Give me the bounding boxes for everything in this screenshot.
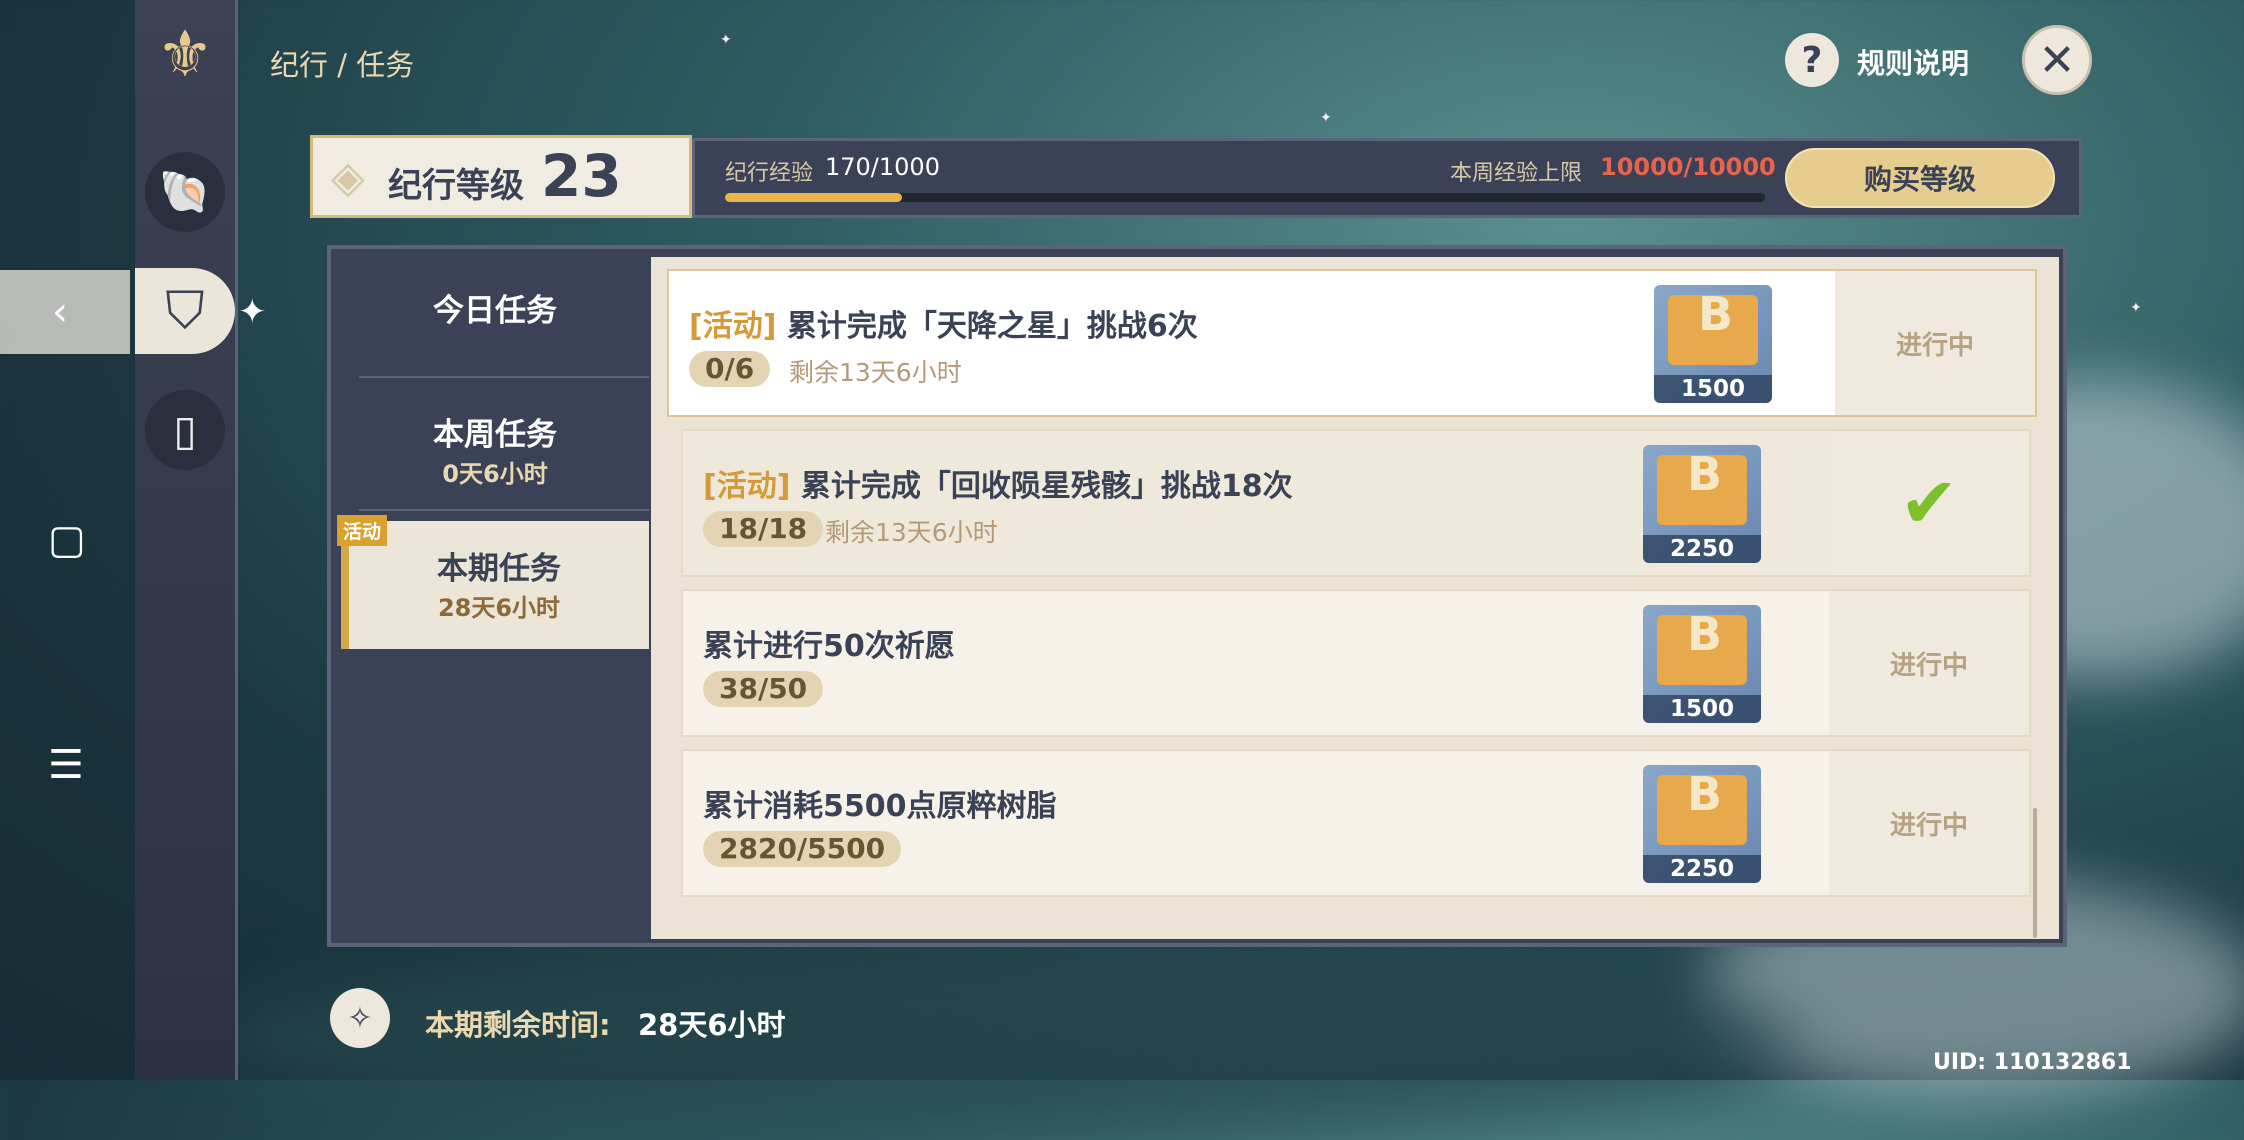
task-progress: 0/6 xyxy=(689,351,771,387)
level-emblem-icon: ◈ xyxy=(331,152,365,203)
task-row[interactable]: [活动] 累计完成「天降之星」挑战6次 0/6 剩余13天6小时 B 1500 进行中 xyxy=(667,269,2037,417)
close-button[interactable]: ✕ xyxy=(2022,25,2092,95)
banner-flag-icon: ⛉ xyxy=(165,280,205,341)
tab-daily[interactable]: 今日任务 xyxy=(341,249,649,359)
reward-amount: 2250 xyxy=(1643,855,1761,883)
shell-reward-icon[interactable]: 🐚 xyxy=(145,152,225,232)
task-list: [活动] 累计完成「天降之星」挑战6次 0/6 剩余13天6小时 B 1500 进行中 [活… xyxy=(651,257,2059,939)
task-name: 累计消耗5500点原粹树脂 xyxy=(703,789,1057,824)
battle-pass-emblem-icon: ⚜ xyxy=(156,18,214,92)
task-row[interactable]: [活动] 累计完成「回收陨星残骸」挑战18次 18/18 剩余13天6小时 B 2250… xyxy=(681,429,2031,577)
level-panel: ◈ 纪行等级 23 xyxy=(310,135,692,218)
status-label: 进行中 xyxy=(1889,810,1968,841)
task-panel: 今日任务 本周任务 0天6小时 本期任务 28天6小时 活动 [活动] 累计完成… xyxy=(327,245,2067,947)
task-status: 进行中 xyxy=(1835,271,2035,415)
battle-pass-xp-reward-icon[interactable]: B 1500 xyxy=(1654,285,1772,403)
tab-title: 本周任务 xyxy=(433,417,557,453)
task-status: 进行中 xyxy=(1829,751,2029,895)
season-remaining-label: 本期剩余时间: xyxy=(425,1008,611,1042)
task-remaining-time: 剩余13天6小时 xyxy=(789,358,962,387)
divider xyxy=(359,509,649,511)
level-value: 23 xyxy=(541,142,622,210)
uid-label: UID: 110132861 xyxy=(1933,1050,2132,1075)
reward-amount: 1500 xyxy=(1643,695,1761,723)
xp-value: 170/1000 xyxy=(825,153,940,181)
event-badge: 活动 xyxy=(337,515,388,546)
task-name: 累计完成「回收陨星残骸」挑战18次 xyxy=(800,469,1293,504)
back-button[interactable]: ‹ xyxy=(0,270,130,354)
breadcrumb: 纪行 / 任务 xyxy=(270,48,415,82)
task-complete-status: ✔ xyxy=(1829,431,2029,575)
reward-amount: 2250 xyxy=(1643,535,1761,563)
task-status: 进行中 xyxy=(1829,591,2029,735)
menu-icon[interactable]: ☰ xyxy=(48,745,84,785)
notebook-icon[interactable]: ▯ xyxy=(145,390,225,470)
divider xyxy=(359,376,649,378)
help-icon[interactable]: ? xyxy=(1785,33,1839,87)
star-decoration-icon: ✦ xyxy=(238,292,267,332)
status-label: 进行中 xyxy=(1895,330,1974,361)
rules-button[interactable]: 规则说明 xyxy=(1857,42,1969,82)
status-label: 进行中 xyxy=(1889,650,1968,681)
weekly-cap-label: 本周经验上限 xyxy=(1450,161,1583,186)
reward-amount: 1500 xyxy=(1654,375,1772,403)
task-remaining-time: 剩余13天6小时 xyxy=(825,518,998,547)
sparkle-decoration: ✦ xyxy=(2130,300,2142,316)
event-tag: [活动] xyxy=(703,469,791,504)
task-title: 累计进行50次祈愿 xyxy=(703,621,955,665)
task-row[interactable]: 累计消耗5500点原粹树脂 2820/5500 B 2250 进行中 xyxy=(681,749,2031,897)
nav-item-tasks[interactable]: ⛉ xyxy=(135,268,235,354)
reward-letter: B xyxy=(1687,767,1723,821)
checkmark-icon: ✔ xyxy=(1899,462,1959,544)
tab-season[interactable]: 本期任务 28天6小时 xyxy=(341,521,649,649)
reward-letter: B xyxy=(1687,447,1723,501)
task-row[interactable]: 累计进行50次祈愿 38/50 B 1500 进行中 xyxy=(681,589,2031,737)
reward-letter: B xyxy=(1687,607,1723,661)
task-title: [活动] 累计完成「回收陨星残骸」挑战18次 xyxy=(703,461,1293,505)
task-title: 累计消耗5500点原粹树脂 xyxy=(703,781,1057,825)
battle-pass-xp-reward-icon[interactable]: B 1500 xyxy=(1643,605,1761,723)
season-medal-icon: ✧ xyxy=(330,988,390,1048)
task-progress: 2820/5500 xyxy=(703,831,902,867)
tab-timer: 0天6小时 xyxy=(442,460,548,488)
home-square-icon[interactable]: ▢ xyxy=(48,520,86,560)
task-progress: 18/18 xyxy=(703,511,824,547)
task-progress: 38/50 xyxy=(703,671,824,707)
tab-weekly[interactable]: 本周任务 0天6小时 xyxy=(341,391,649,501)
sparkle-decoration: ✦ xyxy=(720,32,732,48)
xp-progress-fill xyxy=(725,193,902,202)
sparkle-decoration: ✦ xyxy=(1320,110,1332,126)
battle-pass-xp-reward-icon[interactable]: B 2250 xyxy=(1643,765,1761,883)
battle-pass-xp-reward-icon[interactable]: B 2250 xyxy=(1643,445,1761,563)
tab-title: 本期任务 xyxy=(437,551,561,587)
task-title: [活动] 累计完成「天降之星」挑战6次 xyxy=(689,301,1198,345)
close-icon: ✕ xyxy=(2038,34,2076,86)
xp-progress-bar xyxy=(725,193,1765,202)
reward-letter: B xyxy=(1698,287,1734,341)
task-name: 累计完成「天降之星」挑战6次 xyxy=(786,309,1198,344)
chevron-left-icon: ‹ xyxy=(52,289,68,335)
xp-label: 纪行经验 xyxy=(725,161,814,186)
nav-column: ⚜ 🐚 ⛉ ▯ xyxy=(135,0,238,1080)
task-name: 累计进行50次祈愿 xyxy=(703,629,955,664)
event-tag: [活动] xyxy=(689,309,777,344)
level-label: 纪行等级 xyxy=(388,166,524,206)
weekly-cap-value: 10000/10000 xyxy=(1600,153,1776,181)
buy-level-button[interactable]: 购买等级 xyxy=(1785,148,2055,208)
tab-timer: 28天6小时 xyxy=(437,594,561,622)
tab-title: 今日任务 xyxy=(433,293,557,329)
scrollbar[interactable] xyxy=(2033,808,2037,938)
season-remaining-value: 28天6小时 xyxy=(638,1008,786,1042)
